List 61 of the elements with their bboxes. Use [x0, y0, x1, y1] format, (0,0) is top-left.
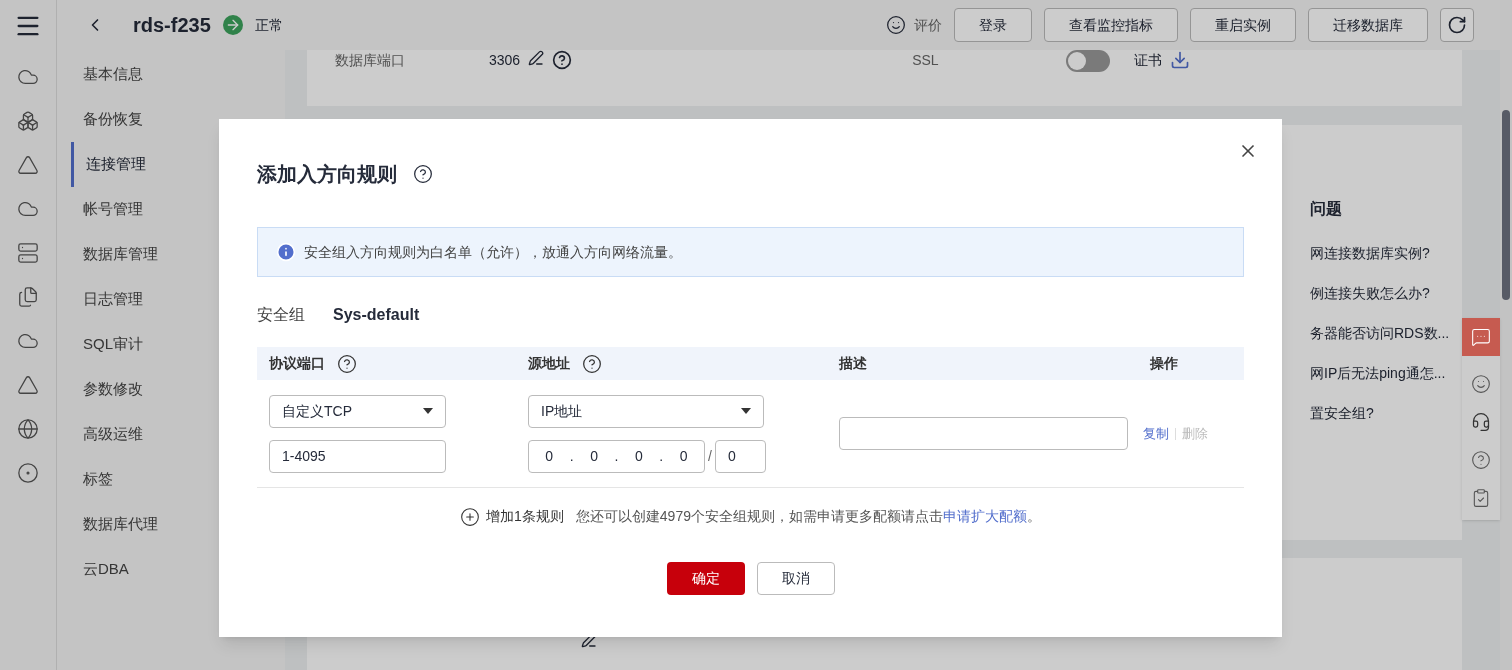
- help-icon[interactable]: [337, 353, 357, 374]
- source-select[interactable]: IP地址: [528, 394, 764, 428]
- header-button[interactable]: 登录: [954, 8, 1032, 42]
- plus-icon: [460, 506, 480, 527]
- files-icon[interactable]: [17, 286, 39, 308]
- help-icon[interactable]: [413, 164, 433, 184]
- globe-icon[interactable]: [17, 418, 39, 440]
- rate-link[interactable]: 评价: [914, 14, 942, 36]
- ssl-label: SSL: [912, 51, 940, 70]
- checklist-icon[interactable]: [1471, 488, 1491, 508]
- quota-link[interactable]: 申请扩大配额: [942, 508, 1027, 524]
- protocol-select[interactable]: 自定义TCP: [269, 394, 446, 428]
- add-rule-button[interactable]: 增加1条规则: [460, 506, 564, 527]
- cubes-icon[interactable]: [17, 110, 39, 132]
- edit-icon[interactable]: [528, 50, 545, 66]
- column-header: 操作: [1150, 354, 1178, 373]
- port-field[interactable]: 1-4095: [269, 439, 446, 473]
- port-value: 3306: [489, 51, 521, 70]
- cert-label: 证书: [1134, 51, 1163, 70]
- mask-field[interactable]: 0: [714, 439, 766, 473]
- faq-link[interactable]: 网IP后无法ping通怎...: [1310, 363, 1462, 384]
- faq-link[interactable]: 置安全组?: [1310, 403, 1462, 424]
- faq-link[interactable]: 务器能否访问RDS数...: [1310, 323, 1462, 344]
- smiley-icon[interactable]: [886, 15, 906, 35]
- column-header: 协议端口: [269, 354, 325, 373]
- ip-field[interactable]: 0 . 0 . 0 . 0: [528, 439, 705, 473]
- port-label: 数据库端口: [335, 51, 406, 70]
- download-icon[interactable]: [1170, 50, 1191, 70]
- ssl-switch[interactable]: [1066, 50, 1111, 72]
- cancel-button[interactable]: 取消: [756, 562, 835, 595]
- faq-title: 问题: [1310, 199, 1343, 219]
- refresh-icon: [1447, 15, 1467, 35]
- help-icon[interactable]: [552, 50, 573, 70]
- confirm-button[interactable]: 确定: [666, 562, 745, 595]
- headset-icon[interactable]: [1471, 412, 1491, 432]
- help-icon[interactable]: [582, 353, 602, 374]
- header-button[interactable]: 重启实例: [1190, 8, 1296, 42]
- caret-icon: [423, 408, 433, 414]
- notice-text: 安全组入方向规则为白名单（允许），放通入方向网络流量。: [304, 242, 682, 262]
- description-field[interactable]: [839, 417, 1128, 450]
- group-label: 安全组: [257, 305, 305, 325]
- status-icon: [222, 15, 243, 35]
- smiley-icon[interactable]: [1471, 374, 1491, 394]
- server-icon[interactable]: [17, 242, 39, 264]
- status-text: 正常: [254, 15, 283, 35]
- info-icon: [276, 242, 296, 262]
- caret-icon: [741, 408, 751, 414]
- header-button[interactable]: 查看监控指标: [1044, 8, 1178, 42]
- faq-link[interactable]: 例连接失败怎么办?: [1310, 283, 1462, 304]
- row-action-link[interactable]: 复制: [1143, 423, 1169, 444]
- column-header: 源地址: [528, 354, 570, 373]
- refresh-button[interactable]: [1440, 8, 1474, 42]
- chat-icon[interactable]: [1462, 318, 1500, 356]
- nav-item[interactable]: 基本信息: [71, 52, 285, 97]
- quota-text: 您还可以创建4979个安全组规则，如需申请更多配额请点击申请扩大配额。: [575, 507, 1041, 526]
- column-header: 描述: [839, 354, 867, 373]
- instance-title: rds-f235: [133, 13, 211, 38]
- mask-separator: /: [708, 446, 712, 466]
- faq-link[interactable]: 网连接数据库实例?: [1310, 243, 1462, 264]
- group-value: Sys-default: [333, 305, 420, 325]
- header-button[interactable]: 迁移数据库: [1308, 8, 1428, 42]
